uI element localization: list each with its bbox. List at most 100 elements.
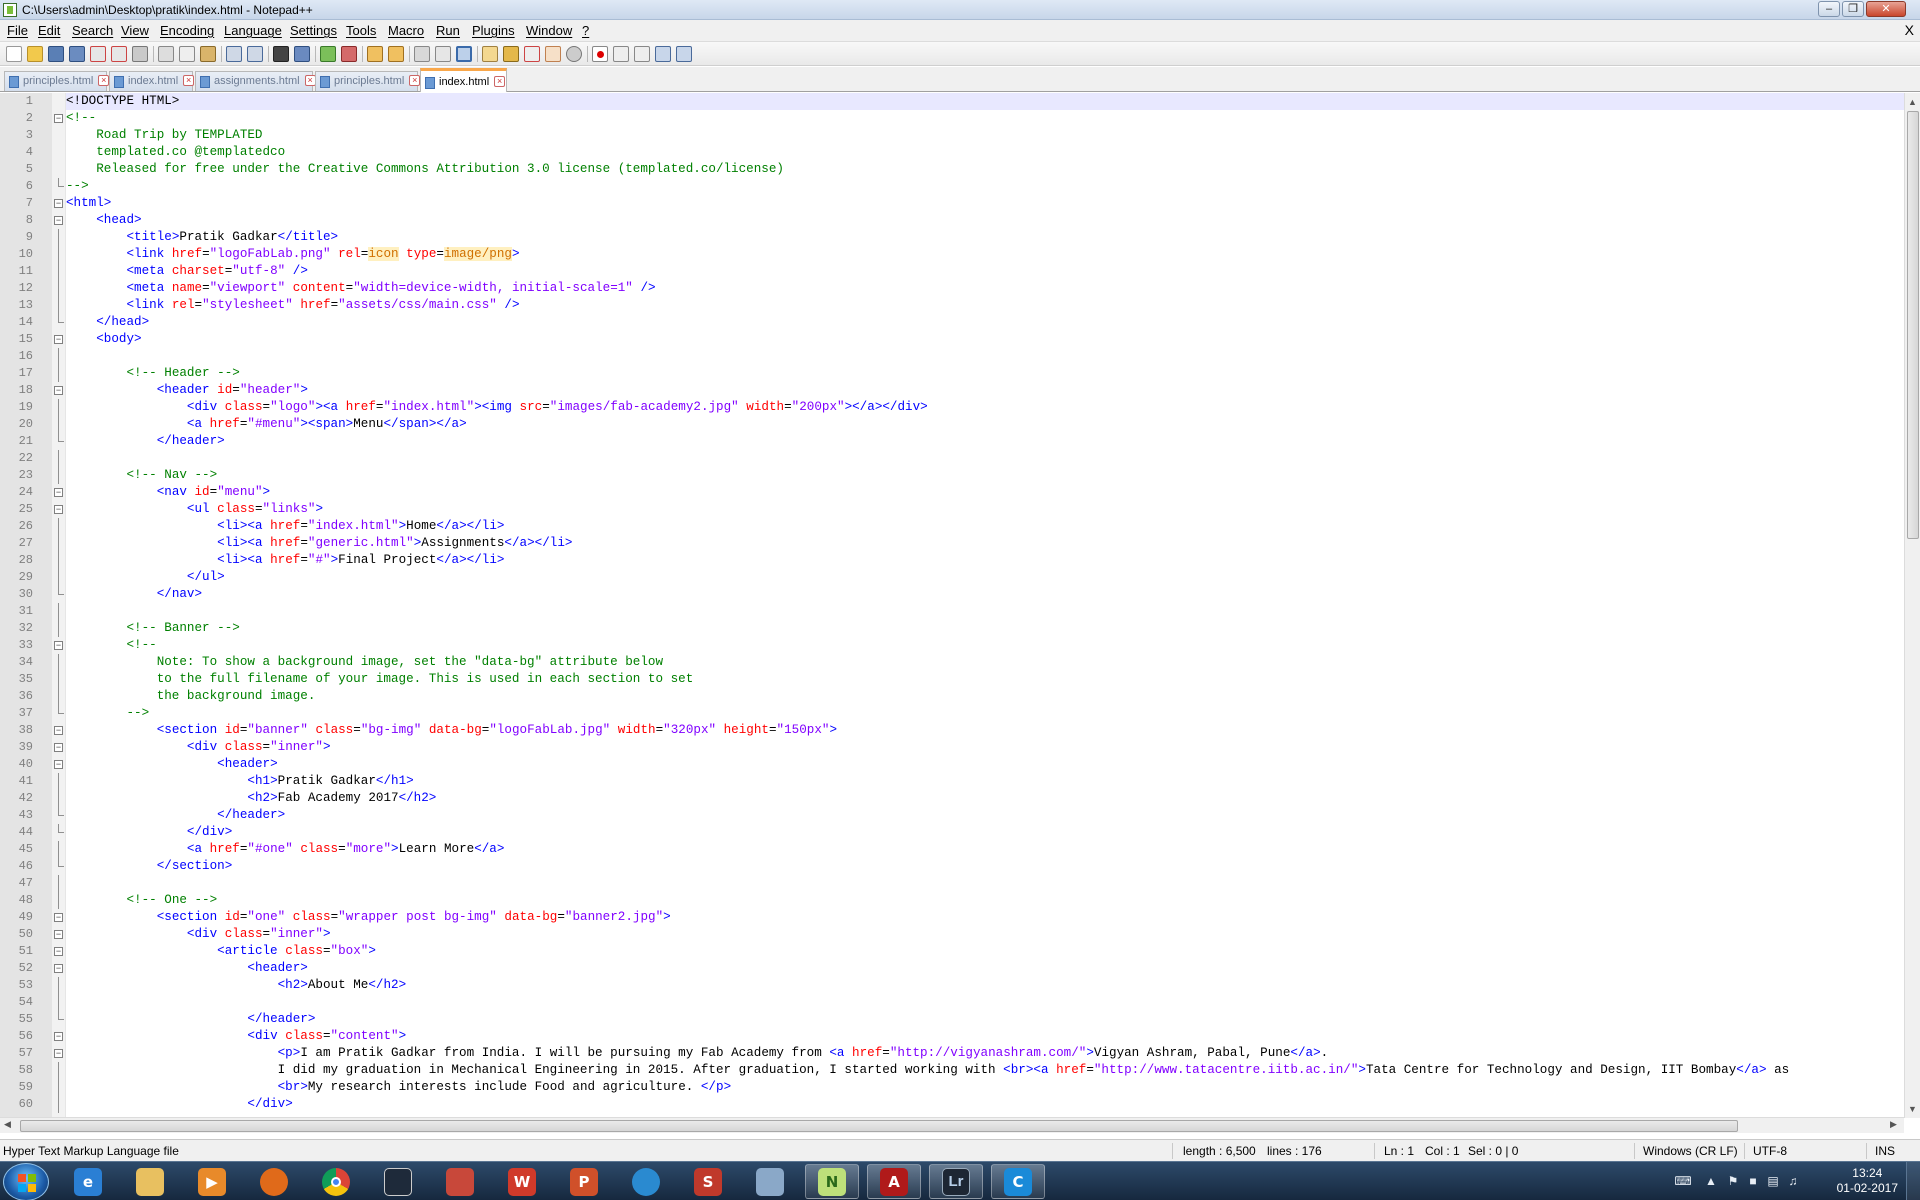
cut-icon[interactable] [158, 46, 174, 62]
redo-icon[interactable] [247, 46, 263, 62]
replace-icon[interactable] [294, 46, 310, 62]
code-line[interactable]: 21 </header> [19, 433, 1904, 450]
action-center-flag-icon[interactable]: ⚑ [1726, 1174, 1740, 1188]
menu-tools[interactable]: Tools [346, 23, 376, 38]
tab-principles-html[interactable]: principles.html × [4, 71, 110, 91]
code-line[interactable]: 43 </header> [19, 807, 1904, 824]
undo-icon[interactable] [226, 46, 242, 62]
code-line[interactable]: 36 the background image. [19, 688, 1904, 705]
code-editor[interactable]: 1 <!DOCTYPE HTML> 2− <!-- 3 Road Trip by TEM… [0, 93, 1904, 1118]
menu-encoding[interactable]: Encoding [160, 23, 214, 38]
close-all-icon[interactable] [111, 46, 127, 62]
code-area[interactable]: 1 <!DOCTYPE HTML> 2− <!-- 3 Road Trip by TEM… [19, 93, 1904, 1113]
tab-principles-html[interactable]: principles.html × [315, 71, 421, 91]
fold-collapse-icon[interactable]: − [54, 505, 63, 514]
vertical-scrollbar[interactable]: ▲ ▼ [1904, 93, 1920, 1118]
code-line[interactable]: 3 Road Trip by TEMPLATED [26, 127, 1904, 144]
close-document-icon[interactable]: X [1905, 22, 1914, 38]
fold-collapse-icon[interactable]: − [54, 760, 63, 769]
code-line[interactable]: 57 − <p>I am Pratik Gadkar from India. I … [19, 1045, 1904, 1062]
code-line[interactable]: 32 <!-- Banner --> [19, 620, 1904, 637]
code-line[interactable]: 16 [19, 348, 1904, 365]
app-icon[interactable] [619, 1164, 673, 1199]
app-icon[interactable] [433, 1164, 487, 1199]
code-line[interactable]: 50 − <div class="inner"> [19, 926, 1904, 943]
menu-window[interactable]: Window [526, 23, 572, 38]
acrobat-reader-icon[interactable]: A [867, 1164, 921, 1199]
code-line[interactable]: 14 </head> [19, 314, 1904, 331]
volume-icon[interactable]: ♫ [1786, 1174, 1800, 1188]
tab-assignments-html[interactable]: assignments.html × [195, 71, 316, 91]
save-all-icon[interactable] [69, 46, 85, 62]
zoom-in-icon[interactable] [320, 46, 336, 62]
code-line[interactable]: 15 − <body> [19, 331, 1904, 348]
app-icon[interactable] [371, 1164, 425, 1199]
code-line[interactable]: 53 <h2>About Me</h2> [19, 977, 1904, 994]
menu-run[interactable]: Run [436, 23, 460, 38]
fold-collapse-icon[interactable]: − [54, 386, 63, 395]
code-line[interactable]: 49 − <section id="one" class="wrapper pos… [19, 909, 1904, 926]
file-explorer-icon[interactable] [123, 1164, 177, 1199]
code-line[interactable]: 17 <!-- Header --> [19, 365, 1904, 382]
wps-presentation-icon[interactable]: P [557, 1164, 611, 1199]
code-line[interactable]: 18 − <header id="header"> [19, 382, 1904, 399]
code-line[interactable]: 29 </ul> [19, 569, 1904, 586]
code-line[interactable]: 30 </nav> [19, 586, 1904, 603]
status-eol[interactable]: Windows (CR LF) [1643, 1144, 1738, 1158]
code-line[interactable]: 46 </section> [19, 858, 1904, 875]
menu-file[interactable]: File [7, 23, 28, 38]
code-line[interactable]: 6 --> [26, 178, 1904, 195]
menu-language[interactable]: Language [224, 23, 282, 38]
code-line[interactable]: 41 <h1>Pratik Gadkar</h1> [19, 773, 1904, 790]
code-line[interactable]: 24 − <nav id="menu"> [19, 484, 1904, 501]
fold-collapse-icon[interactable]: − [54, 216, 63, 225]
paste-icon[interactable] [200, 46, 216, 62]
fold-collapse-icon[interactable]: − [54, 913, 63, 922]
fold-collapse-icon[interactable]: − [54, 641, 63, 650]
show-all-chars-icon[interactable] [435, 46, 451, 62]
code-line[interactable]: 40 − <header> [19, 756, 1904, 773]
code-line[interactable]: 44 </div> [19, 824, 1904, 841]
menu-plugins[interactable]: Plugins [472, 23, 515, 38]
indent-guide-icon[interactable] [456, 46, 472, 62]
network-icon[interactable]: ▤ [1766, 1174, 1780, 1188]
clock[interactable]: 13:24 01-02-2017 [1837, 1166, 1898, 1196]
print-icon[interactable] [132, 46, 148, 62]
word-wrap-icon[interactable] [414, 46, 430, 62]
start-button[interactable] [3, 1163, 49, 1200]
notepad-plus-plus-taskbar-icon[interactable]: N [805, 1164, 859, 1199]
code-line[interactable]: 23 <!-- Nav --> [19, 467, 1904, 484]
fold-collapse-icon[interactable]: − [54, 930, 63, 939]
show-hidden-icons-icon[interactable]: ▲ [1704, 1174, 1718, 1188]
scroll-left-icon[interactable]: ◀ [4, 1119, 11, 1130]
folder-workspace-icon[interactable] [545, 46, 561, 62]
menu-view[interactable]: View [121, 23, 149, 38]
find-icon[interactable] [273, 46, 289, 62]
network-app-icon[interactable] [743, 1164, 797, 1199]
lightroom-icon[interactable]: Lr [929, 1164, 983, 1199]
code-line[interactable]: 38 − <section id="banner" class="bg-img" … [19, 722, 1904, 739]
tab-close-icon[interactable]: × [409, 75, 421, 86]
fold-collapse-icon[interactable]: − [54, 335, 63, 344]
code-line[interactable]: 54 [19, 994, 1904, 1011]
copy-icon[interactable] [179, 46, 195, 62]
tab-close-icon[interactable]: × [494, 76, 506, 87]
code-line[interactable]: 39 − <div class="inner"> [19, 739, 1904, 756]
record-macro-icon[interactable] [592, 46, 608, 62]
code-line[interactable]: 7 − <html> [26, 195, 1904, 212]
code-line[interactable]: 8 − <head> [26, 212, 1904, 229]
code-line[interactable]: 1 <!DOCTYPE HTML> [26, 93, 1904, 110]
tab-index-html[interactable]: index.html × [109, 71, 195, 91]
safely-remove-icon[interactable]: ■ [1746, 1174, 1760, 1188]
scroll-down-icon[interactable]: ▼ [1908, 1104, 1917, 1114]
code-line[interactable]: 55 </header> [19, 1011, 1904, 1028]
code-line[interactable]: 5 Released for free under the Creative C… [26, 161, 1904, 178]
code-line[interactable]: 13 <link rel="stylesheet" href="assets/c… [19, 297, 1904, 314]
close-icon[interactable] [90, 46, 106, 62]
fold-collapse-icon[interactable]: − [54, 726, 63, 735]
sync-horizontal-icon[interactable] [388, 46, 404, 62]
maximize-button[interactable]: ❐ [1842, 1, 1864, 17]
scroll-up-icon[interactable]: ▲ [1908, 97, 1917, 107]
play-macro-icon[interactable] [634, 46, 650, 62]
code-line[interactable]: 58 I did my graduation in Mechanical Eng… [19, 1062, 1904, 1079]
